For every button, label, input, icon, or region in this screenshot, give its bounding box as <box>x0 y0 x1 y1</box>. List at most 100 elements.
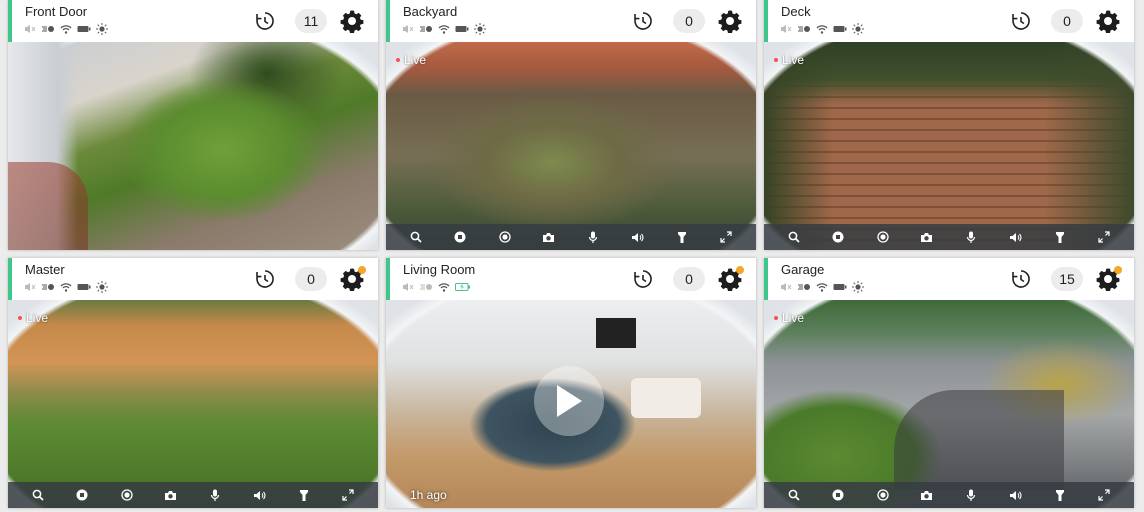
camera-icon[interactable] <box>541 229 557 245</box>
volume-icon[interactable] <box>629 229 645 245</box>
flashlight-icon[interactable] <box>1052 229 1068 245</box>
clip-count-badge[interactable]: 0 <box>1051 9 1083 33</box>
live-label: Live <box>773 53 805 67</box>
gear-icon[interactable] <box>1096 266 1122 291</box>
speaker-muted-icon <box>24 24 36 34</box>
camera-name: Backyard <box>403 4 458 19</box>
control-bar <box>8 482 378 508</box>
speaker-muted-icon <box>402 282 414 292</box>
fullscreen-icon[interactable] <box>340 487 356 503</box>
clip-count-badge[interactable]: 0 <box>673 267 705 291</box>
motion-icon <box>41 282 55 292</box>
microphone-icon[interactable] <box>207 487 223 503</box>
light-icon <box>852 281 864 293</box>
gear-icon[interactable] <box>1096 9 1120 33</box>
fullscreen-icon[interactable] <box>1096 487 1112 503</box>
camera-feed[interactable]: Live <box>386 42 756 250</box>
history-icon[interactable] <box>633 269 653 289</box>
camera-name: Master <box>25 262 65 277</box>
flashlight-icon[interactable] <box>296 487 312 503</box>
camera-card-master[interactable]: Master 0 Live <box>8 258 378 508</box>
wifi-icon <box>816 24 828 34</box>
search-icon[interactable] <box>30 487 46 503</box>
control-bar <box>764 224 1134 250</box>
battery-icon <box>77 282 91 292</box>
camera-icon[interactable] <box>163 487 179 503</box>
status-bar <box>402 22 486 36</box>
camera-feed[interactable]: Live <box>8 300 378 508</box>
camera-feed[interactable]: Live <box>764 300 1134 508</box>
motion-icon <box>419 282 433 292</box>
history-icon[interactable] <box>1011 11 1031 31</box>
notification-dot <box>358 266 366 274</box>
last-clip-time: 1h ago <box>410 488 447 502</box>
record-icon[interactable] <box>497 229 513 245</box>
wifi-icon <box>438 24 450 34</box>
record-icon[interactable] <box>875 229 891 245</box>
play-button[interactable] <box>534 366 604 436</box>
battery-charging-icon <box>455 282 471 292</box>
camera-grid: Front Door 11 Backyard 0 Live Deck 0 Liv… <box>0 0 1144 512</box>
card-header: Master 0 <box>8 258 378 300</box>
microphone-icon[interactable] <box>585 229 601 245</box>
fullscreen-icon[interactable] <box>1096 229 1112 245</box>
record-icon[interactable] <box>875 487 891 503</box>
stop-icon[interactable] <box>830 487 846 503</box>
history-icon[interactable] <box>633 11 653 31</box>
battery-icon <box>833 24 847 34</box>
battery-icon <box>455 24 469 34</box>
camera-icon[interactable] <box>919 487 935 503</box>
stop-icon[interactable] <box>74 487 90 503</box>
clip-count-badge[interactable]: 15 <box>1051 267 1083 291</box>
camera-feed[interactable] <box>8 42 378 250</box>
microphone-icon[interactable] <box>963 487 979 503</box>
flashlight-icon[interactable] <box>1052 487 1068 503</box>
motion-icon <box>797 282 811 292</box>
flashlight-icon[interactable] <box>674 229 690 245</box>
camera-card-front-door[interactable]: Front Door 11 <box>8 0 378 250</box>
volume-icon[interactable] <box>251 487 267 503</box>
history-icon[interactable] <box>1011 269 1031 289</box>
control-bar <box>764 482 1134 508</box>
volume-icon[interactable] <box>1007 487 1023 503</box>
clip-count-badge[interactable]: 0 <box>295 267 327 291</box>
camera-card-living-room[interactable]: Living Room 0 1h ago <box>386 258 756 508</box>
motion-icon <box>41 24 55 34</box>
card-header: Living Room 0 <box>386 258 756 300</box>
camera-card-garage[interactable]: Garage 15 Live <box>764 258 1134 508</box>
clip-count-badge[interactable]: 11 <box>295 9 327 33</box>
camera-card-deck[interactable]: Deck 0 Live <box>764 0 1134 250</box>
clip-count-badge[interactable]: 0 <box>673 9 705 33</box>
history-icon[interactable] <box>255 269 275 289</box>
status-bar <box>780 22 864 36</box>
gear-icon[interactable] <box>340 266 366 291</box>
search-icon[interactable] <box>786 487 802 503</box>
stop-icon[interactable] <box>452 229 468 245</box>
gear-icon[interactable] <box>718 9 742 33</box>
battery-icon <box>77 24 91 34</box>
live-label: Live <box>17 311 49 325</box>
live-label: Live <box>395 53 427 67</box>
volume-icon[interactable] <box>1007 229 1023 245</box>
speaker-muted-icon <box>780 282 792 292</box>
status-bar <box>24 22 108 36</box>
camera-feed[interactable]: 1h ago <box>386 300 756 508</box>
card-header: Garage 15 <box>764 258 1134 300</box>
search-icon[interactable] <box>408 229 424 245</box>
stop-icon[interactable] <box>830 229 846 245</box>
gear-icon[interactable] <box>340 9 364 33</box>
camera-feed[interactable]: Live <box>764 42 1134 250</box>
wifi-icon <box>60 24 72 34</box>
search-icon[interactable] <box>786 229 802 245</box>
record-icon[interactable] <box>119 487 135 503</box>
microphone-icon[interactable] <box>963 229 979 245</box>
motion-icon <box>419 24 433 34</box>
battery-icon <box>833 282 847 292</box>
status-bar <box>24 280 108 294</box>
history-icon[interactable] <box>255 11 275 31</box>
camera-icon[interactable] <box>919 229 935 245</box>
gear-icon[interactable] <box>718 266 744 291</box>
fullscreen-icon[interactable] <box>718 229 734 245</box>
status-bar <box>402 280 471 294</box>
camera-card-backyard[interactable]: Backyard 0 Live <box>386 0 756 250</box>
